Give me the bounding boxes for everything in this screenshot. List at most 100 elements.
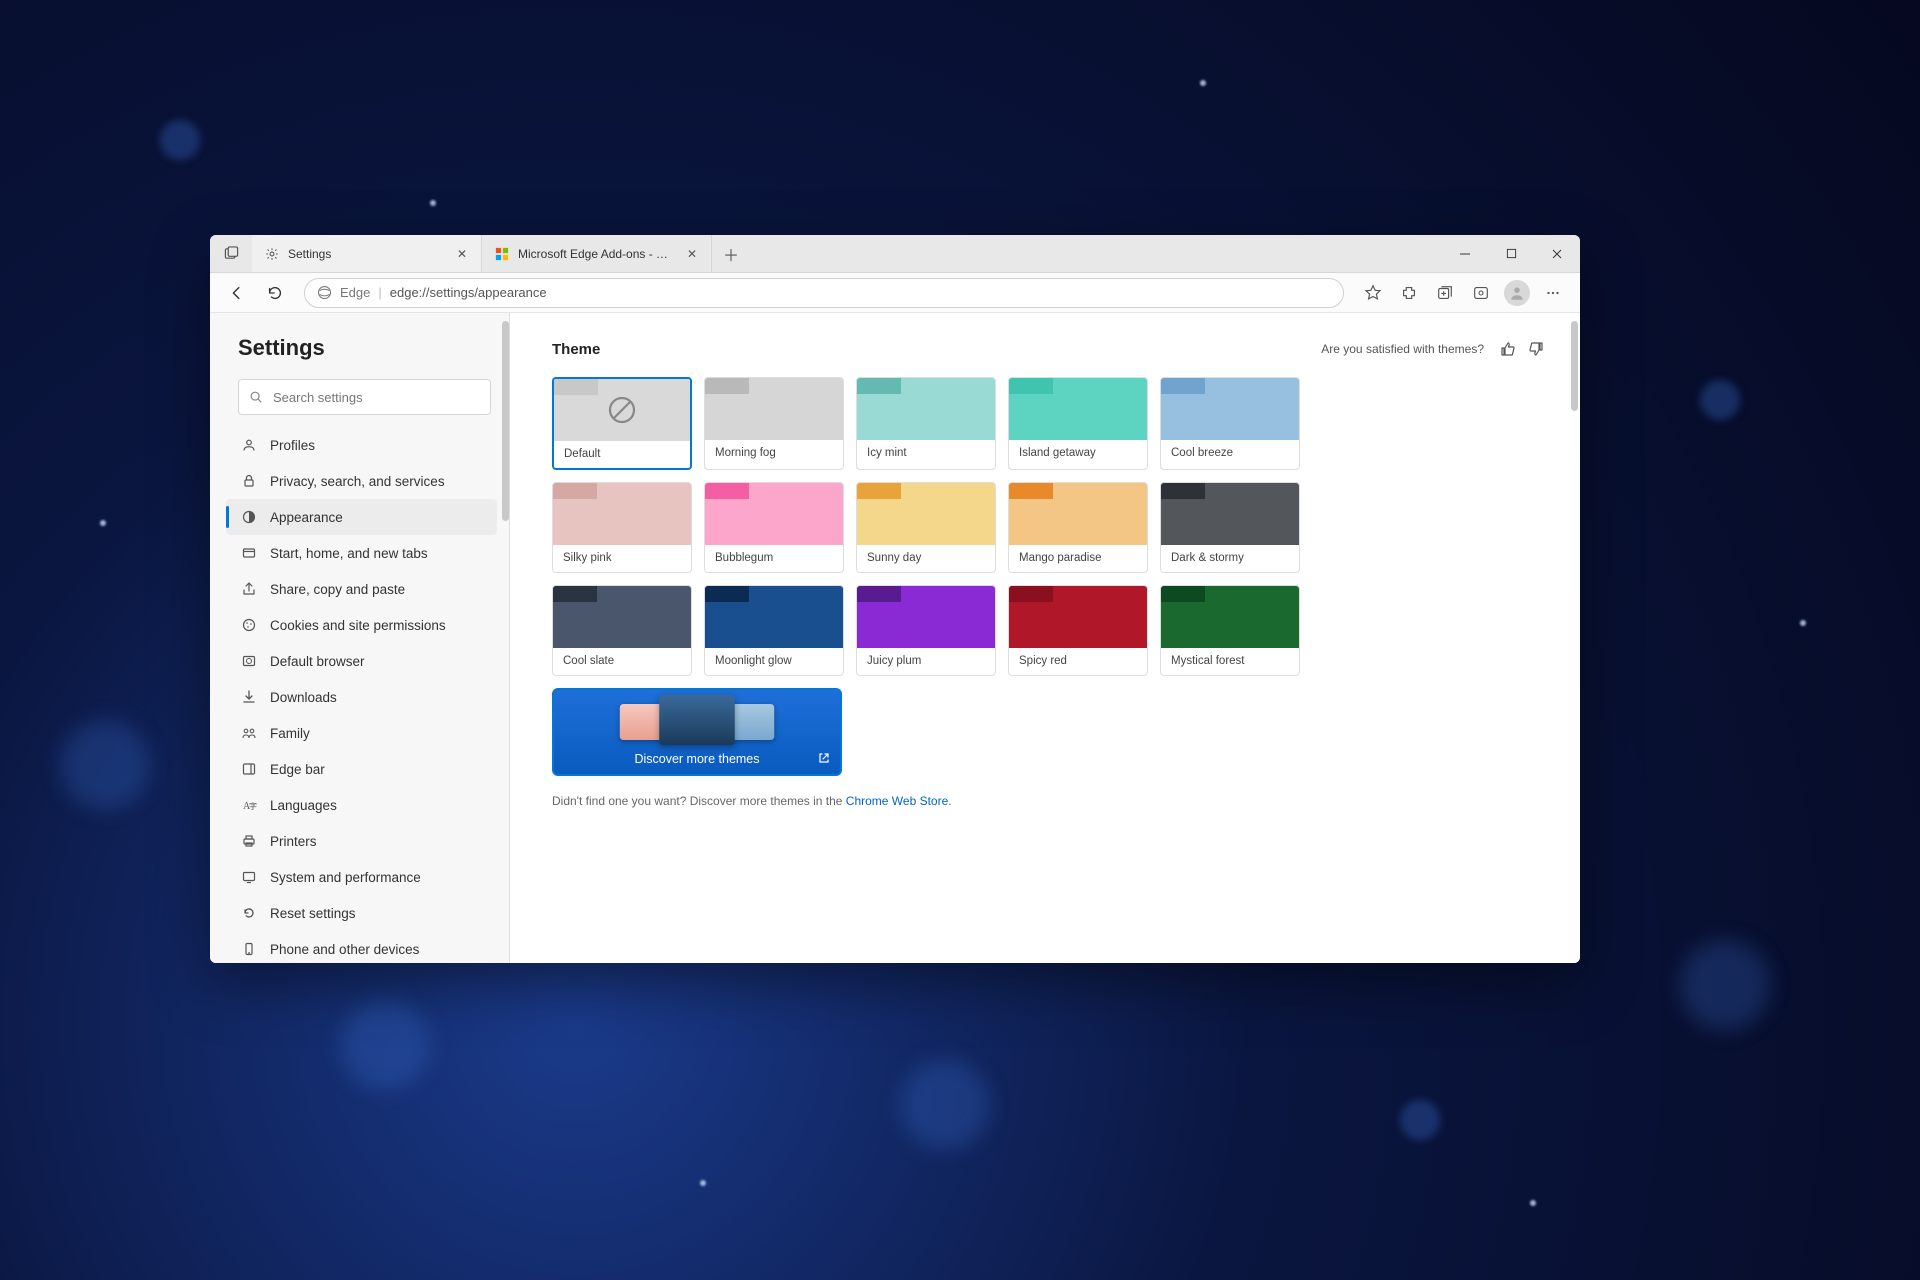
theme-icy-mint[interactable]: Icy mint — [856, 377, 996, 470]
theme-section-header: Theme Are you satisfied with themes? — [552, 335, 1550, 363]
sidebar-item-label: Printers — [270, 834, 317, 849]
theme-silky-pink[interactable]: Silky pink — [552, 482, 692, 573]
more-button[interactable] — [1536, 278, 1570, 308]
tab-settings[interactable]: Settings ✕ — [252, 235, 482, 272]
sidebar-nav: Profiles Privacy, search, and services App… — [226, 427, 497, 963]
sidebar-item-profiles[interactable]: Profiles — [226, 427, 497, 463]
url-text: edge://settings/appearance — [390, 285, 547, 300]
theme-bubblegum[interactable]: Bubblegum — [704, 482, 844, 573]
tab-label: Settings — [288, 247, 331, 261]
sidebar-item-label: Downloads — [270, 690, 337, 705]
sidebar-item-cookies-and-site-permissions[interactable]: Cookies and site permissions — [226, 607, 497, 643]
sidebar-item-family[interactable]: Family — [226, 715, 497, 751]
language-icon: A字 — [240, 796, 258, 814]
theme-label: Moonlight glow — [705, 648, 843, 675]
page-title: Settings — [238, 335, 491, 361]
settings-page: Settings Search settings Profiles Privacy… — [210, 313, 1580, 963]
discover-label: Discover more themes — [634, 752, 759, 766]
theme-label: Cool breeze — [1161, 440, 1299, 467]
profile-button[interactable] — [1500, 278, 1534, 308]
cookie-icon — [240, 616, 258, 634]
theme-juicy-plum[interactable]: Juicy plum — [856, 585, 996, 676]
sidebar-item-label: Edge bar — [270, 762, 325, 777]
theme-dark-stormy[interactable]: Dark & stormy — [1160, 482, 1300, 573]
tab-strip: Settings ✕ Microsoft Edge Add-ons - Them… — [252, 235, 712, 272]
theme-spicy-red[interactable]: Spicy red — [1008, 585, 1148, 676]
sidebar-item-appearance[interactable]: Appearance — [226, 499, 497, 535]
minimize-button[interactable] — [1442, 235, 1488, 272]
scrollbar[interactable] — [1571, 321, 1578, 411]
titlebar: Settings ✕ Microsoft Edge Add-ons - Them… — [210, 235, 1580, 273]
system-icon — [240, 868, 258, 886]
chrome-web-store-link[interactable]: Chrome Web Store — [846, 794, 949, 808]
sidebar-item-label: Reset settings — [270, 906, 356, 921]
download-icon — [240, 688, 258, 706]
close-icon[interactable]: ✕ — [455, 245, 469, 263]
theme-label: Dark & stormy — [1161, 545, 1299, 572]
sidebar-item-printers[interactable]: Printers — [226, 823, 497, 859]
sidebar-item-downloads[interactable]: Downloads — [226, 679, 497, 715]
theme-moonlight-glow[interactable]: Moonlight glow — [704, 585, 844, 676]
browser-essentials-button[interactable] — [1464, 278, 1498, 308]
discover-more-themes[interactable]: Discover more themes — [552, 688, 842, 776]
close-window-button[interactable] — [1534, 235, 1580, 272]
theme-label: Silky pink — [553, 545, 691, 572]
theme-label: Sunny day — [857, 545, 995, 572]
favorite-button[interactable] — [1356, 278, 1390, 308]
sidebar-item-reset-settings[interactable]: Reset settings — [226, 895, 497, 931]
feedback-prompt: Are you satisfied with themes? — [1321, 342, 1484, 356]
family-icon — [240, 724, 258, 742]
scrollbar[interactable] — [502, 321, 509, 521]
thumbs-down-button[interactable] — [1522, 335, 1550, 363]
printer-icon — [240, 832, 258, 850]
theme-cool-breeze[interactable]: Cool breeze — [1160, 377, 1300, 470]
extensions-button[interactable] — [1392, 278, 1426, 308]
browser-window: Settings ✕ Microsoft Edge Add-ons - Them… — [210, 235, 1580, 963]
sidebar-item-label: Start, home, and new tabs — [270, 546, 428, 561]
sidebar-item-start-home-and-new-tabs[interactable]: Start, home, and new tabs — [226, 535, 497, 571]
refresh-button[interactable] — [258, 278, 292, 308]
sidebar-item-privacy-search-and-services[interactable]: Privacy, search, and services — [226, 463, 497, 499]
theme-default[interactable]: Default — [552, 377, 692, 470]
sidebar-item-label: Appearance — [270, 510, 343, 525]
search-input[interactable]: Search settings — [238, 379, 491, 415]
window-controls — [1442, 235, 1580, 272]
tab-addons[interactable]: Microsoft Edge Add-ons - Theme ✕ — [482, 235, 712, 272]
sidebar-item-default-browser[interactable]: Default browser — [226, 643, 497, 679]
sidebar-item-share-copy-and-paste[interactable]: Share, copy and paste — [226, 571, 497, 607]
sidebar-item-label: Privacy, search, and services — [270, 474, 445, 489]
tab-actions-button[interactable] — [210, 235, 252, 272]
sidebar-item-label: System and performance — [270, 870, 421, 885]
sidebar-item-phone-and-other-devices[interactable]: Phone and other devices — [226, 931, 497, 963]
theme-label: Juicy plum — [857, 648, 995, 675]
sidebar-item-edge-bar[interactable]: Edge bar — [226, 751, 497, 787]
sidebar-item-languages[interactable]: A字Languages — [226, 787, 497, 823]
close-icon[interactable]: ✕ — [685, 245, 699, 263]
theme-island-getaway[interactable]: Island getaway — [1008, 377, 1148, 470]
address-bar[interactable]: Edge | edge://settings/appearance — [304, 278, 1344, 308]
sidebar-item-label: Cookies and site permissions — [270, 618, 446, 633]
sidebar-item-system-and-performance[interactable]: System and performance — [226, 859, 497, 895]
phone-icon — [240, 940, 258, 958]
theme-label: Bubblegum — [705, 545, 843, 572]
url-scheme-label: Edge — [340, 285, 370, 300]
edge-scheme-icon — [317, 285, 332, 300]
theme-sunny-day[interactable]: Sunny day — [856, 482, 996, 573]
theme-mango-paradise[interactable]: Mango paradise — [1008, 482, 1148, 573]
new-tab-button[interactable]: ＋ — [712, 235, 750, 272]
theme-label: Spicy red — [1009, 648, 1147, 675]
thumbs-up-button[interactable] — [1494, 335, 1522, 363]
theme-grid: Default Morning fogIcy mintIsland getaway… — [552, 377, 1550, 776]
theme-label: Default — [554, 441, 690, 468]
theme-morning-fog[interactable]: Morning fog — [704, 377, 844, 470]
share-icon — [240, 580, 258, 598]
maximize-button[interactable] — [1488, 235, 1534, 272]
tab-icon — [240, 544, 258, 562]
back-button[interactable] — [220, 278, 254, 308]
collections-button[interactable] — [1428, 278, 1462, 308]
search-icon — [249, 390, 263, 404]
settings-main: Theme Are you satisfied with themes? Def… — [510, 313, 1580, 963]
theme-mystical-forest[interactable]: Mystical forest — [1160, 585, 1300, 676]
theme-cool-slate[interactable]: Cool slate — [552, 585, 692, 676]
browser-icon — [240, 652, 258, 670]
